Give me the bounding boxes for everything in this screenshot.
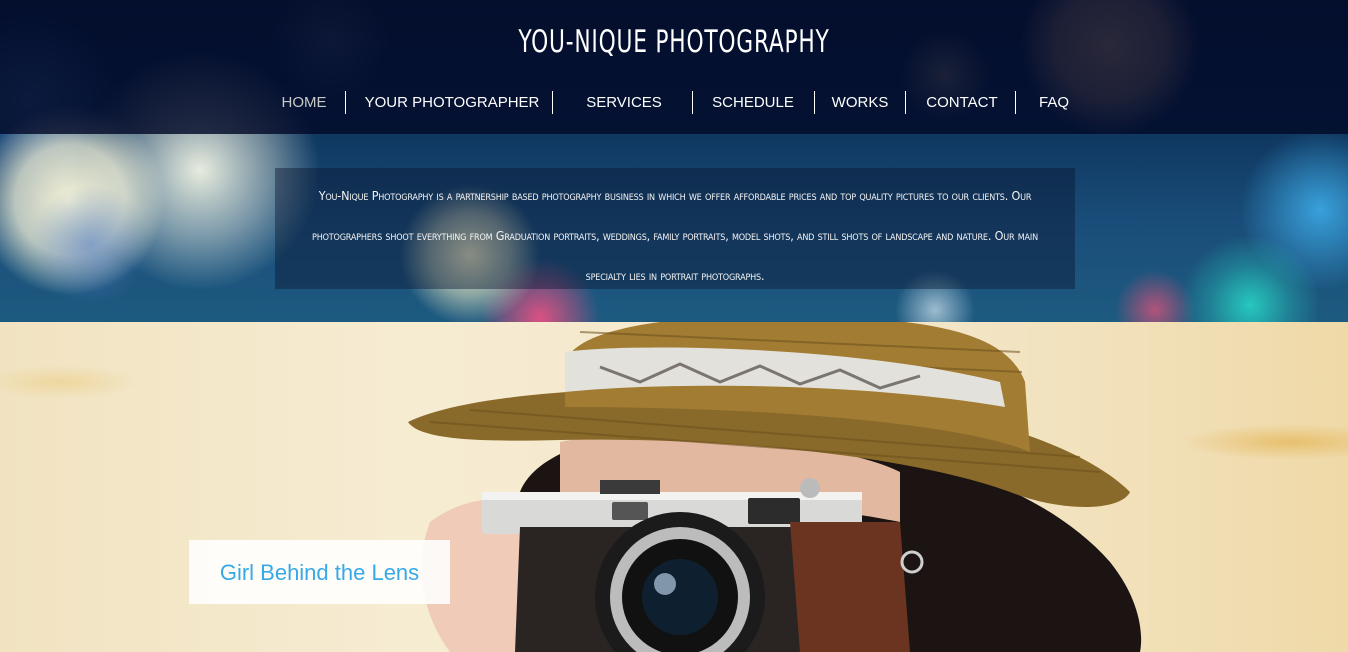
nav-separator: [692, 91, 693, 114]
intro-paragraph: You-Nique Photography is a partnership b…: [312, 188, 1038, 283]
nav-item-home[interactable]: HOME: [272, 90, 336, 116]
nav-separator: [1015, 91, 1016, 114]
nav-separator: [552, 91, 553, 114]
page: YOU-NIQUE PHOTOGRAPHY HOME YOUR PHOTOGRA…: [0, 0, 1348, 652]
intro-text-box: You-Nique Photography is a partnership b…: [275, 168, 1075, 289]
feature-caption[interactable]: Girl Behind the Lens: [189, 540, 450, 604]
nav-item-services[interactable]: SERVICES: [568, 90, 680, 116]
nav-item-contact[interactable]: CONTACT: [918, 90, 1006, 116]
nav-item-faq[interactable]: FAQ: [1030, 90, 1078, 116]
site-header: YOU-NIQUE PHOTOGRAPHY HOME YOUR PHOTOGRA…: [0, 0, 1348, 134]
nav-item-schedule[interactable]: SCHEDULE: [705, 90, 801, 116]
nav-separator: [345, 91, 346, 114]
site-title[interactable]: YOU-NIQUE PHOTOGRAPHY: [148, 24, 1199, 60]
nav-item-works[interactable]: WORKS: [824, 90, 896, 116]
nav-separator: [905, 91, 906, 114]
nav-separator: [814, 91, 815, 114]
main-nav: HOME YOUR PHOTOGRAPHER SERVICES SCHEDULE…: [0, 90, 1348, 116]
feature-caption-box[interactable]: Girl Behind the Lens: [189, 540, 450, 604]
nav-item-your-photographer[interactable]: YOUR PHOTOGRAPHER: [360, 90, 544, 116]
